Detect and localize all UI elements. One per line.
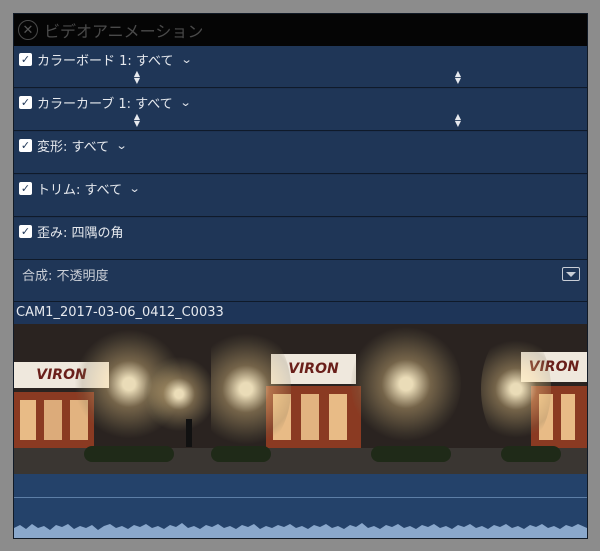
checkmark-icon[interactable]: ✓ [19,96,32,109]
keyframe-icon[interactable]: ▲ ▼ [454,70,462,85]
keyframe-icon[interactable]: ▲ ▼ [133,70,141,85]
chevron-down-icon[interactable]: ⌄ [116,139,128,152]
checkmark-icon[interactable]: ✓ [19,53,32,66]
effect-label: トリム: すべて [37,183,123,198]
video-animation-panel: ✕ ビデオアニメーション ✓ カラーボード 1: すべて ⌄ ▲ ▼ ▲ ▼ ✓ カ… [13,13,588,539]
title-bar: ✕ ビデオアニメーション [14,14,587,46]
effect-label: カラーカーブ 1: すべて [37,97,173,112]
clip-thumbnail: VIRON [14,324,211,474]
clip-filmstrip[interactable]: VIRON VIRON VIRON [14,324,587,474]
keyframe-icon[interactable]: ▲ ▼ [133,113,141,128]
effect-row-color-board: ✓ カラーボード 1: すべて ⌄ ▲ ▼ ▲ ▼ [14,46,587,88]
audio-track[interactable] [14,474,587,538]
effect-label: 変形: すべて [37,140,110,155]
disclosure-icon[interactable] [562,267,580,281]
clip-thumbnail: VIRON [211,324,481,474]
close-icon[interactable]: ✕ [18,20,38,40]
keyframe-icon[interactable]: ▲ ▼ [454,113,462,128]
effect-row-distort: ✓ 歪み: 四隅の角 [14,218,587,260]
clip-thumbnail: VIRON [481,324,587,474]
clip-name: CAM1_2017-03-06_0412_C0033 [14,302,587,324]
effect-row-trim: ✓ トリム: すべて ⌄ [14,175,587,217]
effect-label: 歪み: 四隅の角 [37,226,124,241]
checkmark-icon[interactable]: ✓ [19,182,32,195]
chevron-down-icon[interactable]: ⌄ [180,53,192,66]
checkmark-icon[interactable]: ✓ [19,139,32,152]
audio-waveform [14,523,587,538]
compositing-label: 合成: 不透明度 [22,269,109,284]
volume-line[interactable] [14,497,587,498]
chevron-down-icon[interactable]: ⌄ [129,182,141,195]
video-animation-window: ✕ ビデオアニメーション ✓ カラーボード 1: すべて ⌄ ▲ ▼ ▲ ▼ ✓ カ… [0,0,600,551]
chevron-down-icon[interactable]: ⌄ [179,96,191,109]
window-title: ビデオアニメーション [44,22,204,41]
checkmark-icon[interactable]: ✓ [19,225,32,238]
effect-label: カラーボード 1: すべて [37,54,174,69]
effect-row-color-curves: ✓ カラーカーブ 1: すべて ⌄ ▲ ▼ ▲ ▼ [14,89,587,131]
effect-row-transform: ✓ 変形: すべて ⌄ [14,132,587,174]
compositing-row: 合成: 不透明度 [14,260,587,302]
